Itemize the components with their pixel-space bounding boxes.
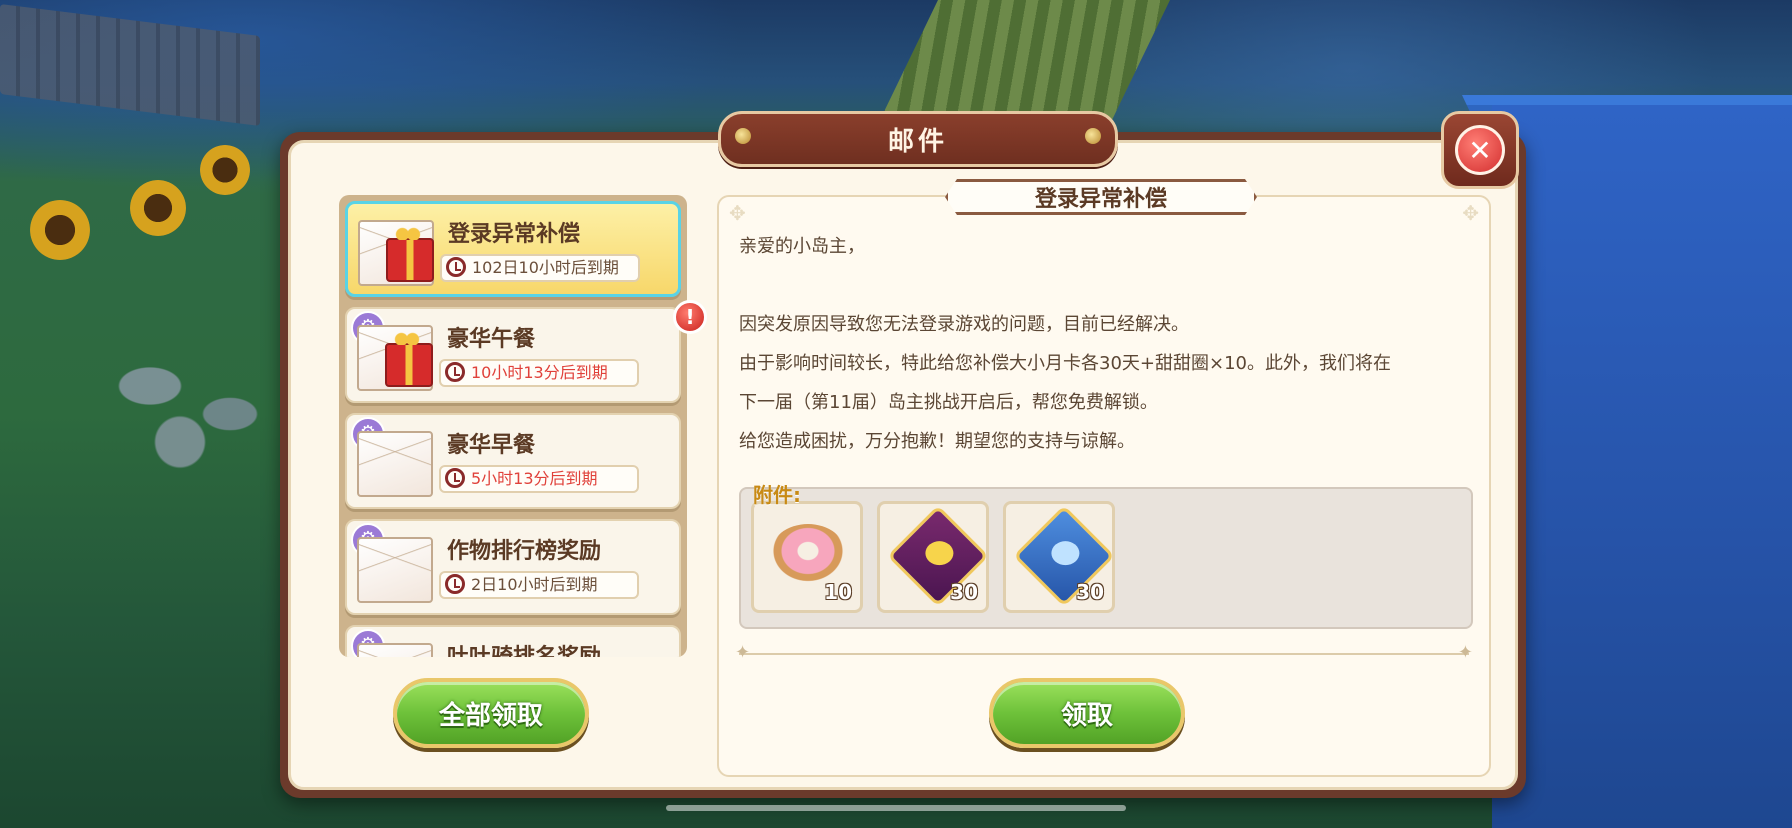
mail-item-deluxe-breakfast[interactable]: ⚙ 豪华早餐 5小时13分后到期 [345,413,681,509]
close-button[interactable]: ✕ [1441,111,1519,189]
mail-title: 作物排行榜奖励 [447,539,602,564]
clock-icon [445,362,465,382]
envelope-icon [357,431,433,497]
home-indicator [666,805,1126,811]
sunflower [130,180,186,236]
claim-button[interactable]: 领取 [989,678,1185,748]
corner-ornament-icon: ✥ [1462,201,1479,225]
close-icon: ✕ [1455,125,1505,175]
mail-item-deluxe-lunch[interactable]: ⚙ 豪华午餐 10小时13分后到期 [345,307,681,403]
envelope-icon [357,643,433,657]
corner-ornament-icon: ✥ [729,201,746,225]
mail-expiry-text: 102日10小时后到期 [472,258,619,277]
envelope-icon [357,537,433,603]
mail-title: 登录异常补偿 [448,222,581,247]
mail-greeting: 亲爱的小岛主， [739,236,865,257]
mail-paragraph: 给您造成困扰，万分抱歉！期望您的支持与谅解。 [739,431,1135,452]
attachment-slot-purple-card[interactable]: 30 [877,501,989,613]
crop-field [880,0,1170,120]
mail-title: 豪华早餐 [447,433,536,458]
sunflower [30,200,90,260]
stepping-stones [90,330,290,470]
attachments-label: 附件: [753,483,801,507]
mail-expiry: 5小时13分后到期 [439,465,639,493]
claim-all-button[interactable]: 全部领取 [393,678,589,748]
attachment-qty: 10 [824,580,852,604]
attachment-slot-blue-card[interactable]: 30 [1003,501,1115,613]
mail-expiry-text: 5小时13分后到期 [471,469,598,488]
rivet-icon [735,128,751,144]
attachment-qty: 30 [1076,580,1104,604]
mail-item-ranking-reward[interactable]: ⚙ 吐吐骑排名奖励 [345,625,681,657]
clock-icon [445,574,465,594]
mail-body: 亲爱的小岛主， 因突发原因导致您无法登录游戏的问题，目前已经解决。 由于影响时间… [739,227,1469,461]
alert-badge-icon: ! [673,300,707,334]
attachments-box: 10 30 30 [739,487,1473,629]
attachment-slot-donut[interactable]: 10 [751,501,863,613]
mail-paragraph: 下一届（第11届）岛主挑战开启后，帮您免费解锁。 [739,392,1158,413]
clock-icon [446,257,466,277]
mail-title: 吐吐骑排名奖励 [447,639,601,657]
gift-icon [385,331,433,387]
mail-expiry-text: 2日10小时后到期 [471,575,598,594]
mail-list[interactable]: 登录异常补偿 102日10小时后到期 ⚙ 豪华午餐 10小时13分后到期 ⚙ [339,195,687,657]
mail-dialog-panel: 邮件 ✕ 登录异常补偿 102日10小时后到期 ⚙ 豪华午餐 [288,111,1519,790]
mail-expiry: 10小时13分后到期 [439,359,639,387]
clock-icon [445,468,465,488]
donut-icon [770,524,846,584]
wooden-dock [0,4,260,126]
mail-expiry: 2日10小时后到期 [439,571,639,599]
mail-dialog: 邮件 ✕ 登录异常补偿 102日10小时后到期 ⚙ 豪华午餐 [280,111,1526,798]
mail-paragraph: 因突发原因导致您无法登录游戏的问题，目前已经解决。 [739,314,1189,335]
mail-expiry: 102日10小时后到期 [440,254,640,282]
attachment-qty: 30 [950,580,978,604]
dialog-title-plaque: 邮件 [718,111,1118,167]
gift-icon [386,226,434,282]
mail-expiry-text: 10小时13分后到期 [471,363,608,382]
rivet-icon [1085,128,1101,144]
sunflower [200,145,250,195]
mail-item-login-compensation[interactable]: 登录异常补偿 102日10小时后到期 [345,201,681,297]
mail-detail-title: 登录异常补偿 [945,179,1257,215]
mail-paragraph: 由于影响时间较长，特此给您补偿大小月卡各30天+甜甜圈×10。此外，我们将在 [739,353,1391,374]
blue-house [1492,105,1792,828]
dialog-title: 邮件 [887,126,948,157]
divider [735,642,1473,663]
mail-title: 豪华午餐 [447,327,536,352]
mail-item-crop-ranking[interactable]: ⚙ 作物排行榜奖励 2日10小时后到期 [345,519,681,615]
